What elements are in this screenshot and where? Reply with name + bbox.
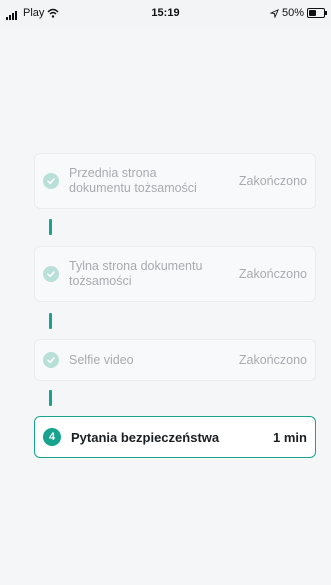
step-label: Selfie video [69,352,134,367]
step-card-selfie[interactable]: Selfie video Zakończono [34,339,316,381]
step-card-front-id[interactable]: Przednia strona dokumentu tożsamości Zak… [34,153,316,209]
location-arrow-icon [269,8,279,18]
step-label-line2: dokumentu tożsamości [69,181,197,195]
battery-icon [307,8,327,18]
status-right: 50% [269,7,327,19]
check-icon [43,266,59,282]
step-connector [49,390,52,406]
step-label: Przednia strona dokumentu tożsamości [69,166,233,196]
step-label-line2: tożsamości [69,274,132,288]
step-card-security-questions[interactable]: 4 Pytania bezpieczeństwa 1 min [34,416,316,458]
screen: Play 15:19 50% Przednia strona dokumentu… [0,0,331,585]
check-icon [43,352,59,368]
step-duration: 1 min [273,429,307,445]
step-connector [49,313,52,329]
step-label: Tylna strona dokumentu tożsamości [69,259,233,289]
step-status: Zakończono [238,267,307,281]
step-connector [49,219,52,235]
step-label: Pytania bezpieczeństwa [71,429,220,445]
verification-steps-screen: Przednia strona dokumentu tożsamości Zak… [0,26,331,585]
status-bar: Play 15:19 50% [0,0,331,26]
battery-percent: 50% [281,7,304,19]
check-icon [43,173,59,189]
step-status: Zakończono [238,174,307,188]
step-number-badge: 4 [43,428,61,446]
step-label-line1: Przednia strona [69,166,157,180]
step-card-back-id[interactable]: Tylna strona dokumentu tożsamości Zakońc… [34,246,316,302]
step-status: Zakończono [238,353,307,367]
step-label-line1: Tylna strona dokumentu [69,259,203,273]
